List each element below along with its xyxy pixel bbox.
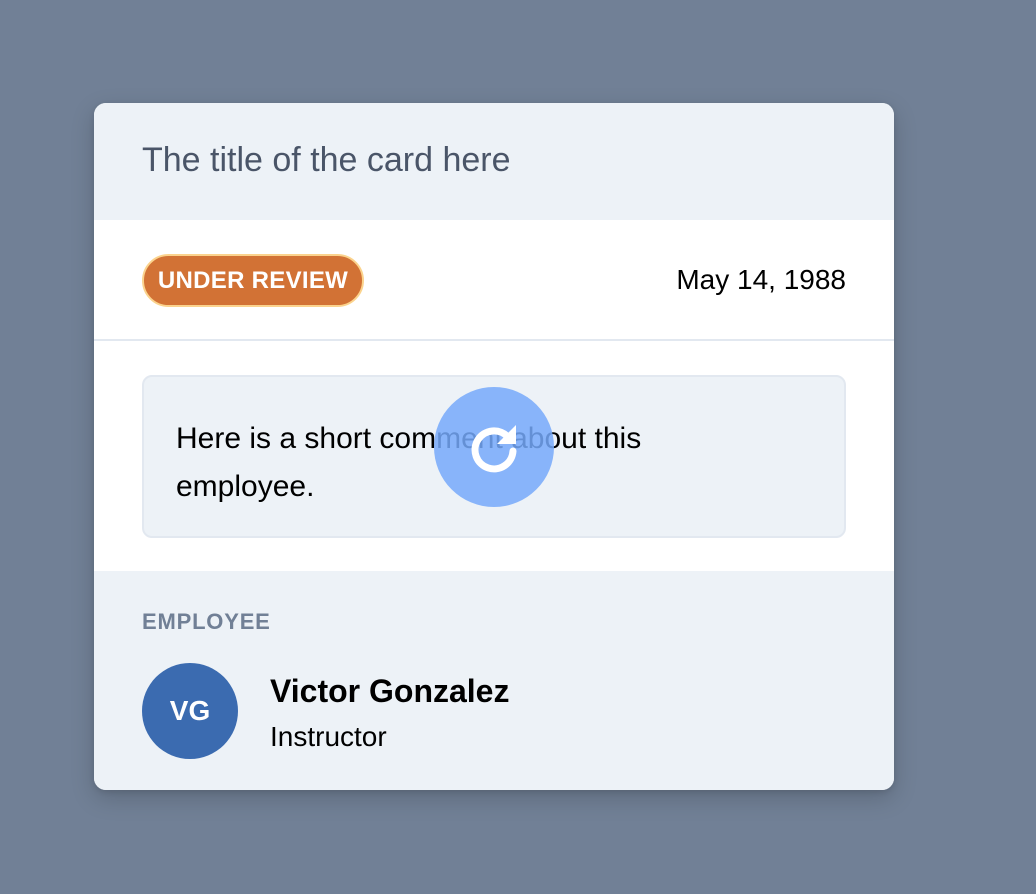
card-header: The title of the card here [94,103,894,220]
employee-name: Victor Gonzalez [270,673,510,709]
card-title: The title of the card here [142,141,511,179]
refresh-icon [471,425,517,473]
employee-footer: EMPLOYEE VG Victor Gonzalez Instructor [94,571,894,790]
employee-role: Instructor [270,721,387,752]
status-date: May 14, 1988 [676,264,846,295]
employee-section-label: EMPLOYEE [142,609,271,634]
status-row: UNDER REVIEW May 14, 1988 [94,220,894,341]
employee-card: The title of the card here UNDER REVIEW … [94,103,894,790]
refresh-button[interactable] [434,387,554,507]
avatar: VG [142,663,238,759]
status-badge: UNDER REVIEW [142,254,364,307]
